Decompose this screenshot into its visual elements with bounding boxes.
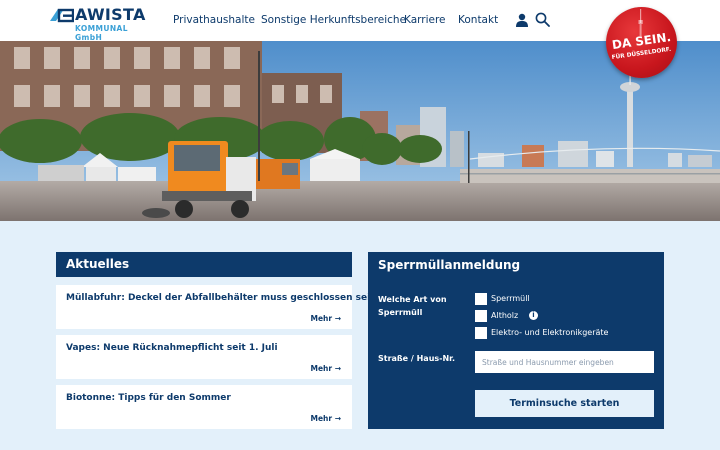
elektro-label[interactable]: Elektro- und Elektronikgeräte [491, 328, 608, 337]
nav-kontakt[interactable]: Kontakt [458, 14, 498, 26]
sperrmuell-checkbox[interactable] [475, 293, 487, 305]
logo-wordmark: AWISTA [75, 5, 146, 24]
news-more-label: Mehr [310, 364, 333, 373]
news-section-header: Aktuelles [56, 252, 352, 277]
news-item-title[interactable]: Vapes: Neue Rücknahmepflicht seit 1. Jul… [66, 343, 346, 353]
arrow-right-icon: → [334, 314, 341, 323]
news-more-label: Mehr [310, 314, 333, 323]
form-title: Sperrmüllanmeldung [378, 258, 521, 272]
news-more-link[interactable]: Mehr → [310, 364, 341, 373]
arrow-right-icon: → [334, 414, 341, 423]
nav-karriere[interactable]: Karriere [404, 14, 446, 26]
nav-sonstige-herkunftsbereiche[interactable]: Sonstige Herkunftsbereiche [261, 14, 406, 26]
news-more-link[interactable]: Mehr → [310, 314, 341, 323]
news-item[interactable]: Müllabfuhr: Deckel der Abfallbehälter mu… [56, 285, 377, 329]
news-item[interactable]: Biotonne: Tipps für den Sommer Mehr → [56, 385, 352, 429]
news-item-title[interactable]: Müllabfuhr: Deckel der Abfallbehälter mu… [66, 293, 377, 303]
elektro-checkbox[interactable] [475, 327, 487, 339]
sperrmuell-label[interactable]: Sperrmüll [491, 294, 530, 303]
address-input[interactable] [475, 351, 654, 373]
search-appointment-button[interactable]: Terminsuche starten [475, 390, 654, 417]
info-icon[interactable]: i [529, 311, 538, 320]
da-sein-badge[interactable]: DA SEIN. FÜR DÜSSELDORF. [606, 7, 677, 78]
logo-subtitle: KOMMUNAL GmbH [75, 24, 128, 42]
address-label: Straße / Haus-Nr. [378, 354, 456, 363]
user-icon[interactable] [515, 13, 529, 27]
news-item-title[interactable]: Biotonne: Tipps für den Sommer [66, 393, 346, 403]
altholz-checkbox[interactable] [475, 310, 487, 322]
search-icon[interactable] [535, 12, 550, 27]
altholz-label[interactable]: Altholz [491, 311, 518, 320]
news-item[interactable]: Vapes: Neue Rücknahmepflicht seit 1. Jul… [56, 335, 352, 379]
news-more-link[interactable]: Mehr → [310, 414, 341, 423]
logo-mark-icon [50, 8, 74, 23]
waste-type-label: Welche Art von Sperrmüll [378, 295, 447, 317]
news-section-title: Aktuelles [66, 257, 130, 271]
arrow-right-icon: → [334, 364, 341, 373]
awista-logo[interactable]: AWISTA KOMMUNAL GmbH [48, 5, 150, 42]
news-more-label: Mehr [310, 414, 333, 423]
nav-privathaushalte[interactable]: Privathaushalte [173, 14, 255, 26]
sperrmuell-form: Sperrmüllanmeldung Welche Art von Sperrm… [368, 252, 664, 429]
